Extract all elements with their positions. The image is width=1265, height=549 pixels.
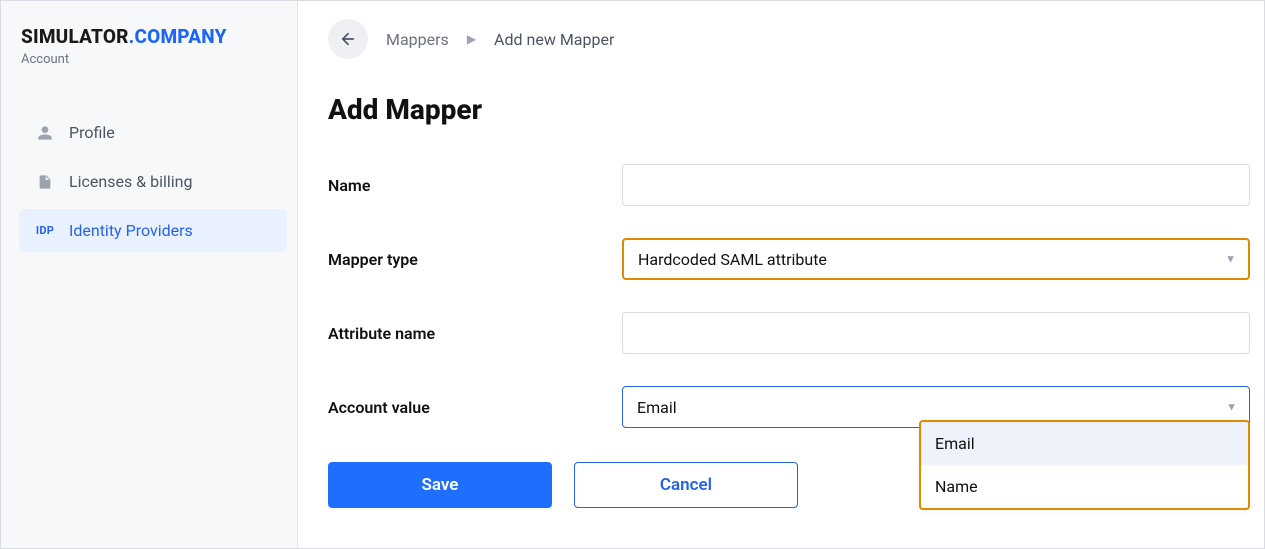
breadcrumb: Mappers ▶ Add new Mapper [328,19,1250,59]
cancel-button[interactable]: Cancel [574,462,798,508]
user-icon [35,125,55,141]
chevron-down-icon: ▼ [1225,253,1236,266]
account-value-dropdown: Email Name [919,420,1250,510]
account-value-value: Email [637,398,677,417]
attribute-name-label: Attribute name [328,324,622,343]
sidebar-nav: Profile Licenses & billing IDP Identity … [19,111,287,252]
form-row-attribute-name: Attribute name [328,312,1250,354]
brand-part1: SIMULATOR [21,25,129,48]
back-button[interactable] [328,19,368,59]
arrow-left-icon [339,30,357,48]
sidebar-item-profile[interactable]: Profile [19,111,287,154]
save-button[interactable]: Save [328,462,552,508]
file-icon [35,174,55,190]
brand-subtitle: Account [19,52,287,67]
sidebar-item-identity-providers[interactable]: IDP Identity Providers [19,209,287,252]
breadcrumb-mappers-link[interactable]: Mappers [386,30,449,49]
page-title: Add Mapper [328,93,1250,126]
chevron-down-icon: ▼ [1226,401,1237,414]
mapper-type-select[interactable]: Hardcoded SAML attribute ▼ [622,238,1250,280]
mapper-type-label: Mapper type [328,250,622,269]
sidebar-item-licenses[interactable]: Licenses & billing [19,160,287,203]
dropdown-option-email[interactable]: Email [921,422,1248,465]
mapper-type-value: Hardcoded SAML attribute [638,250,827,269]
chevron-right-icon: ▶ [467,32,476,46]
name-label: Name [328,176,622,195]
attribute-name-input[interactable] [622,312,1250,354]
sidebar: SIMULATOR.COMPANY Account Profile Licens… [1,1,298,548]
form-row-name: Name [328,164,1250,206]
app-root: SIMULATOR.COMPANY Account Profile Licens… [0,0,1265,549]
brand-part2: .COMPANY [129,25,227,48]
breadcrumb-current: Add new Mapper [494,30,614,49]
brand: SIMULATOR.COMPANY [19,25,287,48]
form-row-mapper-type: Mapper type Hardcoded SAML attribute ▼ [328,238,1250,280]
account-value-label: Account value [328,398,622,417]
sidebar-item-label: Identity Providers [69,221,193,240]
sidebar-item-label: Licenses & billing [69,172,192,191]
name-input[interactable] [622,164,1250,206]
sidebar-item-label: Profile [69,123,115,142]
dropdown-option-name[interactable]: Name [921,465,1248,508]
idp-badge-icon: IDP [35,224,55,237]
main-content: Mappers ▶ Add new Mapper Add Mapper Name… [298,1,1264,548]
